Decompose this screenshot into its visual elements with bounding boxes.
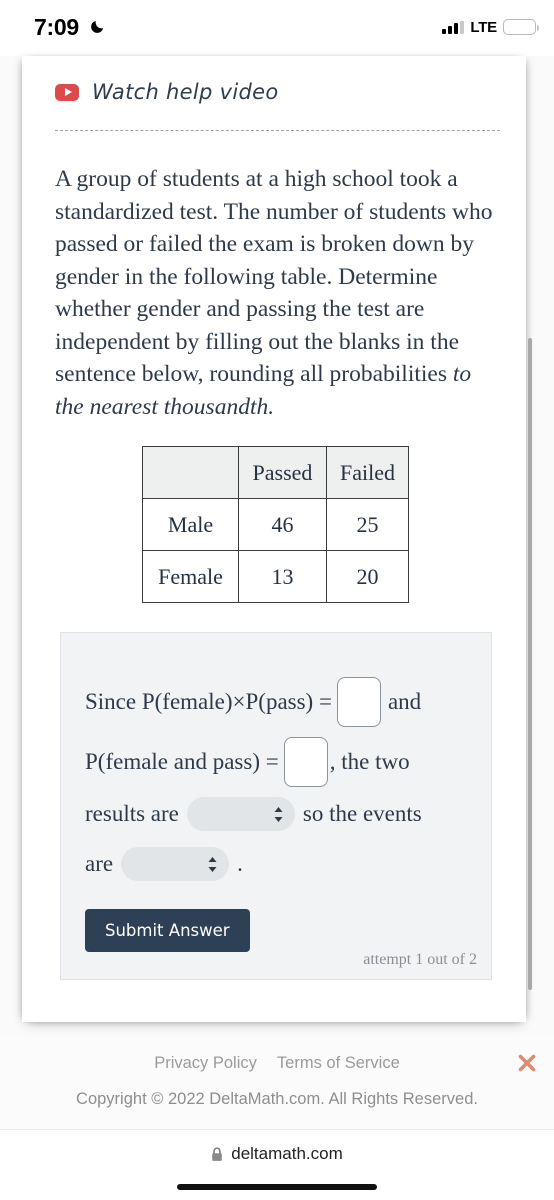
table-cell-female-passed: 13 xyxy=(238,550,327,603)
table-header-failed: Failed xyxy=(326,446,409,499)
table-corner-cell xyxy=(142,446,239,499)
site-footer: Privacy Policy Terms of Service Copyright… xyxy=(0,1038,554,1130)
watch-help-video-link[interactable]: Watch help video xyxy=(55,80,278,104)
chevron-up-down-icon xyxy=(274,806,283,822)
answer-line-1: Since P(female)×P(pass) = and xyxy=(85,677,421,727)
page-scrollbar-thumb[interactable] xyxy=(528,338,532,990)
answer-line-4: are . xyxy=(85,847,243,881)
answer-line-3-prefix: results are xyxy=(85,801,179,826)
watch-help-video-label: Watch help video xyxy=(92,80,279,104)
table-header-row: Passed Failed xyxy=(142,446,409,499)
probability-product-input[interactable] xyxy=(336,677,381,727)
results-comparison-select[interactable] xyxy=(186,797,295,831)
problem-card: Watch help video A group of students at … xyxy=(22,56,526,1022)
footer-copyright: Copyright © 2022 DeltaMath.com. All Righ… xyxy=(76,1090,478,1108)
table-cell-male-failed: 25 xyxy=(326,498,409,551)
terms-of-service-link[interactable]: Terms of Service xyxy=(277,1054,400,1072)
youtube-play-icon xyxy=(55,83,79,101)
table-row: Male 46 25 xyxy=(142,498,409,551)
table-row-label-female: Female xyxy=(142,550,239,603)
joint-probability-input[interactable] xyxy=(283,737,328,787)
dashed-divider xyxy=(55,130,500,131)
answer-line-3-suffix: so the events xyxy=(302,801,422,826)
status-bar-time: 7:09 xyxy=(34,14,79,40)
independence-select[interactable] xyxy=(121,847,230,881)
table-header-passed: Passed xyxy=(238,446,327,499)
answer-line-1-prefix: Since P(female)×P(pass) = xyxy=(85,689,332,714)
privacy-policy-link[interactable]: Privacy Policy xyxy=(154,1054,257,1072)
table-cell-male-passed: 46 xyxy=(238,498,327,551)
chevron-up-down-icon xyxy=(208,856,217,872)
answer-line-4-suffix: . xyxy=(237,851,243,876)
table-row: Female 13 20 xyxy=(142,550,409,603)
battery-low-power-icon xyxy=(503,19,539,35)
crescent-moon-icon xyxy=(91,20,104,33)
problem-statement: A group of students at a high school too… xyxy=(55,163,500,423)
home-indicator xyxy=(177,1184,377,1190)
answer-line-2: P(female and pass) = , the two xyxy=(85,737,410,787)
answer-panel: Since P(female)×P(pass) = and P(female a… xyxy=(60,632,492,980)
close-x-icon[interactable] xyxy=(516,1052,538,1074)
attempt-counter: attempt 1 out of 2 xyxy=(363,951,477,968)
answer-line-3: results are so the events xyxy=(85,797,422,831)
submit-answer-button[interactable]: Submit Answer xyxy=(85,909,250,952)
url-text: deltamath.com xyxy=(231,1144,343,1163)
data-table-wrapper: Passed Failed Male 46 25 Female 13 20 xyxy=(142,446,409,603)
network-type-label: LTE xyxy=(470,18,497,36)
status-bar-indicators: LTE xyxy=(442,17,539,37)
cellular-signal-icon xyxy=(442,20,465,34)
browser-bottom-bar: deltamath.com xyxy=(0,1130,554,1200)
problem-text: A group of students at a high school too… xyxy=(55,166,493,387)
answer-line-2-suffix: , the two xyxy=(329,749,410,774)
contingency-table: Passed Failed Male 46 25 Female 13 20 xyxy=(142,446,409,603)
footer-links: Privacy Policy Terms of Service xyxy=(0,1054,554,1073)
answer-line-1-suffix: and xyxy=(387,689,422,714)
table-row-label-male: Male xyxy=(142,498,239,551)
lock-icon xyxy=(212,1147,223,1161)
status-bar: 7:09 LTE xyxy=(0,0,554,56)
table-cell-female-failed: 20 xyxy=(326,550,409,603)
answer-line-4-prefix: are xyxy=(85,851,114,876)
phone-screen: 7:09 LTE Watch help video A group of stu… xyxy=(0,0,554,1200)
url-bar[interactable]: deltamath.com xyxy=(0,1144,554,1164)
answer-line-2-prefix: P(female and pass) = xyxy=(85,749,279,774)
